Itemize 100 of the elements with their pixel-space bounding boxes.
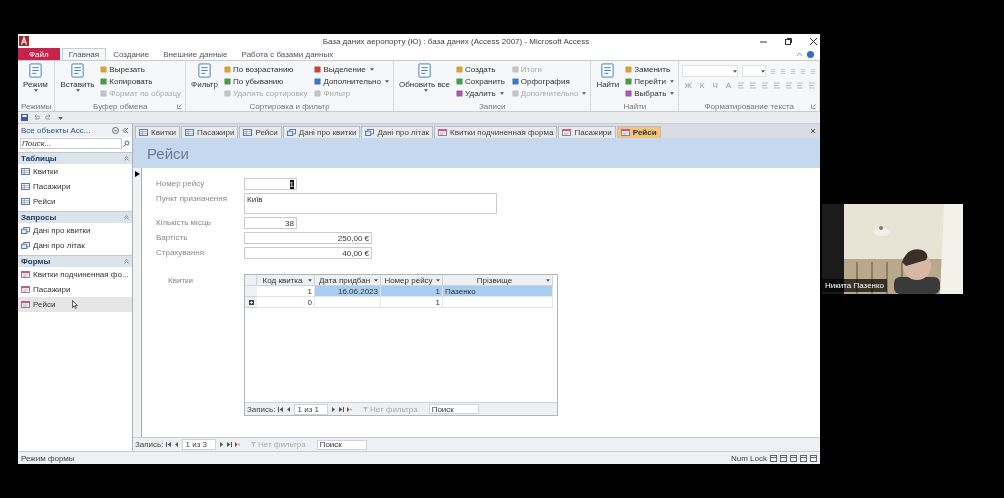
nav-arrow-icon[interactable] [166, 442, 172, 447]
ribbon-button[interactable]: Режим [21, 63, 50, 92]
ribbon-button[interactable]: По убыванию [222, 75, 285, 87]
view-icon[interactable] [770, 454, 777, 462]
ribbon-button[interactable]: Найти [594, 63, 622, 89]
nav-arrow-icon[interactable] [218, 442, 224, 447]
ribbon-button[interactable]: Орфография [510, 75, 571, 87]
customize-icon[interactable] [57, 114, 64, 121]
ribbon-button[interactable]: Удалить [455, 87, 505, 99]
input-field[interactable]: 1 [244, 178, 297, 190]
ribbon-tab[interactable]: Внешние данные [156, 48, 235, 60]
collapse-icon[interactable] [122, 127, 129, 134]
document-tab[interactable]: Квитки подчиненная форма [434, 126, 558, 138]
document-tab[interactable]: Квитки [135, 126, 180, 138]
restore-icon[interactable] [784, 36, 793, 46]
undo-icon[interactable] [33, 114, 40, 121]
new-record-icon[interactable] [234, 442, 240, 447]
input-field[interactable]: Київ [244, 193, 497, 214]
ribbon-button[interactable]: Перейти [624, 75, 675, 87]
view-icon[interactable] [780, 454, 787, 462]
navigation-item[interactable]: Рейси [18, 194, 132, 209]
align-icon[interactable] [796, 82, 805, 89]
align-icon[interactable] [808, 82, 816, 89]
close-icon[interactable] [809, 36, 818, 46]
document-tab[interactable]: Рейси [239, 126, 282, 138]
nav-arrow-icon[interactable] [286, 406, 292, 412]
ribbon-button[interactable]: Дополнительно [313, 75, 390, 87]
ribbon-button[interactable]: Вырезать [99, 63, 146, 75]
launcher-icon[interactable] [177, 104, 183, 109]
chevron-icon[interactable] [124, 259, 129, 264]
input-field[interactable]: 38 [244, 217, 297, 229]
row-selector[interactable] [245, 297, 257, 308]
ribbon-button[interactable]: Создать [455, 63, 497, 75]
save-icon[interactable] [21, 114, 28, 121]
navigation-item[interactable]: Дані про літак [18, 238, 132, 253]
table-cell: 1 [381, 286, 443, 297]
ribbon-button[interactable]: Вставить [58, 63, 97, 92]
view-icon[interactable] [810, 454, 817, 462]
view-icon[interactable] [790, 454, 797, 462]
chevron-icon[interactable] [124, 215, 129, 220]
launcher-icon[interactable] [811, 104, 816, 109]
ribbon-button[interactable]: Обновить все [397, 63, 453, 92]
align-icon[interactable] [737, 82, 746, 89]
nav-arrow-icon[interactable] [278, 406, 284, 412]
redo-icon[interactable] [45, 114, 52, 121]
column-header[interactable]: Прізвище [443, 275, 553, 286]
document-tab[interactable]: Пасажири [558, 126, 616, 138]
align-icon[interactable] [749, 82, 757, 89]
record-position-field[interactable]: 1 из 1 [294, 403, 328, 415]
ribbon-tab[interactable]: Создание [106, 48, 157, 60]
new-record-icon[interactable] [346, 406, 352, 412]
column-header[interactable]: Код квитка [257, 275, 315, 286]
input-field[interactable]: 40,00 € [244, 247, 372, 259]
ribbon-button[interactable]: Сохранить [455, 75, 506, 87]
group-label: Сортировка и фильтр [249, 101, 330, 111]
view-icon[interactable] [800, 454, 807, 462]
group-header[interactable]: Формы [21, 257, 51, 266]
navigation-item[interactable]: Квитки подчиненная фо... [18, 267, 132, 282]
ribbon-tab[interactable]: Работа с базами данных [234, 48, 341, 60]
dropdown-icon[interactable] [112, 127, 119, 134]
ribbon-button[interactable]: Выделение [313, 63, 375, 75]
minimize-ribbon-icon[interactable] [796, 51, 803, 58]
chevron-icon[interactable] [124, 156, 129, 161]
align-icon[interactable] [760, 82, 769, 89]
document-tab[interactable]: Пасажири [181, 126, 239, 138]
ribbon-button[interactable]: Фильтр [189, 63, 220, 89]
align-icon[interactable] [772, 82, 781, 89]
navigation-item[interactable]: Пасажири [18, 282, 132, 297]
query-icon [286, 129, 296, 136]
document-tab[interactable]: Дані про літак [361, 126, 434, 138]
align-icon[interactable] [784, 82, 793, 89]
table-icon [21, 198, 30, 205]
document-tab[interactable]: Рейси [616, 126, 661, 138]
close-icon[interactable] [810, 128, 816, 134]
input-field[interactable]: 250,00 € [244, 232, 372, 244]
navigation-item[interactable]: Квитки [18, 164, 132, 179]
nav-arrow-icon[interactable] [174, 442, 180, 447]
search-field[interactable]: Поиск... [20, 138, 122, 149]
num-lock-indicator: Num Lock [731, 453, 767, 463]
document-tab[interactable]: Дані про квитки [282, 126, 361, 138]
ribbon-button[interactable]: Заменить [624, 63, 672, 75]
nav-arrow-icon[interactable] [330, 406, 336, 412]
caret-icon [374, 278, 378, 282]
form-icon [438, 129, 448, 136]
navigation-item[interactable]: Рейси [18, 297, 132, 312]
help-icon[interactable] [807, 51, 814, 58]
ribbon-button[interactable]: По возрастанию [222, 63, 295, 75]
nav-arrow-icon[interactable] [226, 442, 232, 447]
navigation-item[interactable]: Дані про квитки [18, 223, 132, 238]
ribbon-tab[interactable]: Главная [61, 48, 107, 60]
ribbon-tab[interactable]: Файл [18, 48, 60, 60]
search-field[interactable]: Поиск [428, 404, 479, 414]
navigation-item[interactable]: Пасажири [18, 179, 132, 194]
search-field[interactable]: Поиск [316, 439, 367, 450]
ribbon-button[interactable]: Выбрать [624, 87, 676, 99]
table-icon [139, 129, 148, 136]
search-icon[interactable] [123, 140, 130, 147]
record-position-field[interactable]: 1 из 3 [182, 439, 216, 450]
ribbon-button[interactable]: Копировать [99, 75, 154, 87]
nav-arrow-icon[interactable] [338, 406, 344, 412]
